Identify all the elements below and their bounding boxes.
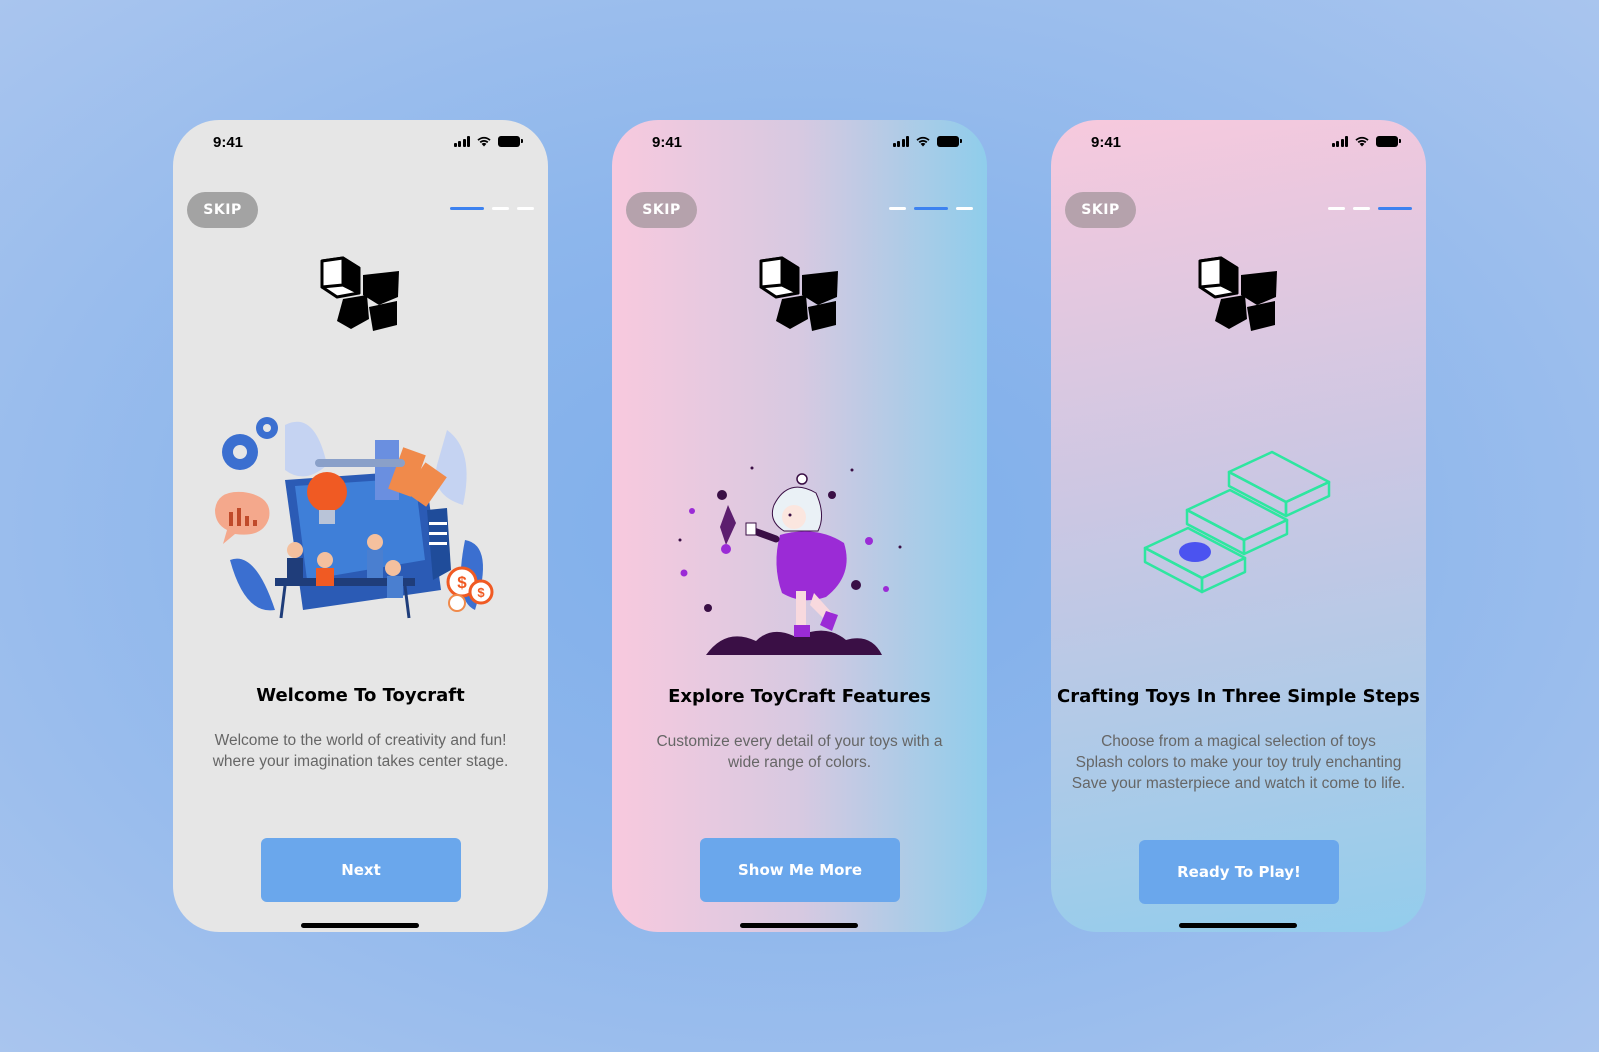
skip-button[interactable]: SKIP [1065, 192, 1136, 228]
onboarding-screen-3: 9:41 SKIP Crafting Toys In Three Simple … [1051, 120, 1426, 932]
team-creativity-illustration: $ $ [215, 417, 494, 619]
screen-title: Explore ToyCraft Features [668, 686, 931, 707]
screen-description: Choose from a magical selection of toys … [1055, 731, 1422, 794]
signal-icon [453, 135, 470, 147]
onboarding-screen-2: 9:41 SKIP Explore ToyCraft Features Cust… [612, 120, 987, 932]
screen-title: Crafting Toys In Three Simple Steps [1057, 686, 1420, 707]
page-indicator [889, 207, 973, 210]
screen-title: Welcome To Toycraft [256, 685, 465, 706]
page-indicator-step-1 [450, 207, 484, 210]
onboarding-screen-1: 9:41 SKIP $ $ Welcome To Toycraft Welcom… [173, 120, 548, 932]
page-indicator-step-2 [492, 207, 509, 210]
page-indicator-step-2 [914, 207, 948, 210]
description-line: where your imagination takes center stag… [212, 753, 509, 770]
page-indicator [450, 207, 534, 210]
toycraft-logo-icon [320, 256, 399, 331]
page-indicator-step-2 [1353, 207, 1370, 210]
svg-text:$: $ [457, 573, 467, 592]
toycraft-logo-icon [759, 256, 838, 331]
skip-button[interactable]: SKIP [187, 192, 258, 228]
signal-icon [892, 135, 909, 147]
home-indicator[interactable] [301, 923, 419, 928]
page-indicator-step-3 [1378, 207, 1412, 210]
battery-icon [937, 135, 962, 147]
screen-description: Customize every detail of your toys with… [632, 731, 967, 773]
next-button[interactable]: Next [261, 838, 461, 902]
skip-button[interactable]: SKIP [626, 192, 697, 228]
show-me-more-button[interactable]: Show Me More [700, 838, 900, 902]
ready-to-play-button[interactable]: Ready To Play! [1139, 840, 1339, 904]
status-time: 9:41 [213, 134, 244, 151]
description-line: Splash colors to make your toy truly enc… [1075, 754, 1402, 771]
page-indicator-step-1 [889, 207, 906, 210]
status-bar: 9:41 [612, 120, 987, 164]
description-line: wide range of colors. [727, 754, 872, 771]
wifi-icon [1355, 136, 1369, 147]
page-indicator-step-1 [1328, 207, 1345, 210]
status-bar: 9:41 [1051, 120, 1426, 164]
home-indicator[interactable] [740, 923, 858, 928]
toycraft-logo-icon [1198, 256, 1277, 331]
battery-icon [498, 135, 523, 147]
description-line: Save your masterpiece and watch it come … [1071, 775, 1406, 792]
status-bar: 9:41 [173, 120, 548, 164]
description-line: Welcome to the world of creativity and f… [214, 732, 507, 749]
home-indicator[interactable] [1179, 923, 1297, 928]
wifi-icon [477, 136, 491, 147]
signal-icon [1331, 135, 1348, 147]
status-time: 9:41 [1091, 134, 1122, 151]
description-line: Choose from a magical selection of toys [1101, 733, 1376, 750]
screen-description: Welcome to the world of creativity and f… [193, 730, 528, 772]
wifi-icon [916, 136, 930, 147]
status-time: 9:41 [652, 134, 683, 151]
page-indicator [1328, 207, 1412, 210]
description-line: Customize every detail of your toys with… [656, 733, 943, 750]
page-indicator-step-3 [956, 207, 973, 210]
svg-text:$: $ [477, 585, 485, 600]
three-steps-illustration [1143, 450, 1331, 594]
girl-painting-illustration [678, 466, 902, 655]
battery-icon [1376, 135, 1401, 147]
page-indicator-step-3 [517, 207, 534, 210]
